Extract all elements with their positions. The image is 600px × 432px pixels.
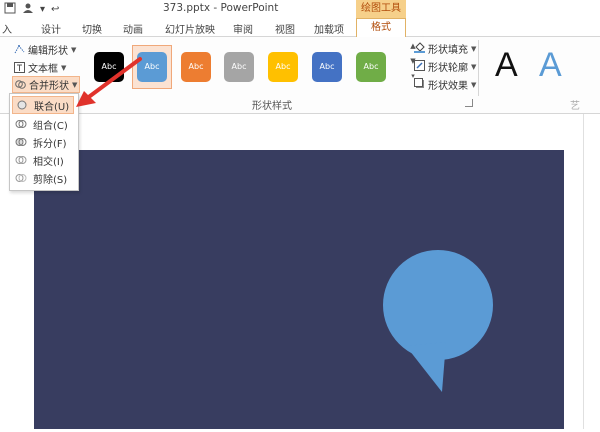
style-swatch-gray[interactable]: Abc [224, 52, 254, 82]
tab-slideshow[interactable]: 幻灯片放映 [165, 21, 215, 36]
window-title: 373.pptx - PowerPoint [163, 2, 279, 14]
style-swatch-green[interactable]: Abc [356, 52, 386, 82]
gallery-scroll-up-icon[interactable]: ▲ [408, 42, 418, 57]
speech-bubble-shape[interactable] [34, 150, 564, 429]
chevron-down-icon: ▼ [471, 80, 477, 89]
tab-insert[interactable]: 入 [2, 21, 12, 36]
dialog-launcher-icon[interactable] [465, 99, 473, 107]
gallery-more-icon[interactable]: ▾ [408, 72, 418, 87]
title-bar [0, 0, 600, 18]
tab-review[interactable]: 审阅 [233, 21, 253, 36]
chevron-down-icon: ▼ [61, 63, 67, 72]
text-box-label: 文本框 [28, 64, 58, 75]
style-swatch-gold[interactable]: Abc [268, 52, 298, 82]
tab-view[interactable]: 视图 [275, 21, 295, 36]
qat-dropdown-icon[interactable]: ▾ [40, 4, 45, 15]
undo-icon[interactable]: ↩ [51, 4, 59, 15]
combine-icon [15, 118, 27, 130]
tab-transitions[interactable]: 切换 [82, 21, 102, 36]
user-icon[interactable] [22, 2, 34, 17]
style-swatch-orange[interactable]: Abc [181, 52, 211, 82]
annotation-arrow [70, 55, 160, 115]
pane-divider [583, 114, 584, 429]
menu-item-fragment[interactable]: 拆分(F) [12, 133, 74, 151]
tab-animations[interactable]: 动画 [123, 21, 143, 36]
tab-design[interactable]: 设计 [41, 21, 61, 36]
menu-item-label: 相交(I) [33, 156, 64, 168]
tab-format[interactable]: 格式 [356, 18, 406, 37]
text-box-icon [14, 62, 25, 73]
menu-item-label: 联合(U) [34, 101, 70, 113]
edit-shape-button[interactable]: 编辑形状 ▼ [14, 41, 76, 58]
menu-item-label: 组合(C) [33, 120, 68, 132]
menu-item-subtract[interactable]: 剪除(S) [12, 169, 74, 187]
shape-outline-label: 形状轮廓 [428, 63, 468, 74]
shape-styles-group-label: 形状样式 [252, 101, 292, 112]
style-swatch-dark-blue[interactable]: Abc [312, 52, 342, 82]
shape-outline-button[interactable]: 形状轮廓 ▼ [414, 58, 476, 75]
menu-item-label: 剪除(S) [33, 174, 68, 186]
intersect-icon [15, 154, 27, 166]
menu-item-label: 拆分(F) [33, 138, 67, 150]
tab-addins[interactable]: 加载项 [314, 21, 344, 36]
shape-fill-label: 形状填充 [428, 45, 468, 56]
quick-access-toolbar: ▾ ↩ [4, 2, 59, 16]
menu-item-intersect[interactable]: 相交(I) [12, 151, 74, 169]
edit-shape-icon [14, 44, 25, 55]
chevron-down-icon: ▼ [71, 45, 77, 54]
save-icon[interactable] [4, 2, 16, 17]
chevron-down-icon: ▼ [471, 44, 477, 53]
context-tab-group-label: 绘图工具 [356, 0, 406, 18]
wordart-style-black[interactable]: A [495, 46, 518, 85]
subtract-icon [15, 172, 27, 184]
union-icon [16, 99, 28, 111]
text-box-button[interactable]: 文本框 ▼ [14, 59, 66, 76]
chevron-down-icon: ▼ [471, 62, 477, 71]
wordart-style-blue[interactable]: A [539, 46, 562, 85]
wordart-group-label: 艺 [570, 101, 580, 112]
edit-shape-label: 编辑形状 [28, 46, 68, 57]
menu-item-combine[interactable]: 组合(C) [12, 115, 74, 133]
merge-shapes-label: 合并形状 [29, 81, 69, 92]
fragment-icon [15, 136, 27, 148]
shape-fill-button[interactable]: 形状填充 ▼ [414, 40, 476, 57]
ribbon-tab-row: 入 设计 切换 动画 幻灯片放映 审阅 视图 加载项 [0, 18, 600, 37]
merge-shapes-menu: 联合(U) 组合(C) 拆分(F) 相交(I) 剪除(S) [9, 93, 79, 191]
shape-effects-button[interactable]: 形状效果 ▼ [414, 76, 476, 93]
gallery-scroll-controls: ▲ ▼ ▾ [408, 42, 418, 92]
gallery-scroll-down-icon[interactable]: ▼ [408, 57, 418, 72]
shape-effects-label: 形状效果 [428, 81, 468, 92]
slide-canvas[interactable] [34, 150, 564, 429]
menu-item-union[interactable]: 联合(U) [12, 96, 74, 114]
merge-shapes-icon [15, 79, 26, 90]
wordart-gallery: A A [478, 40, 600, 96]
